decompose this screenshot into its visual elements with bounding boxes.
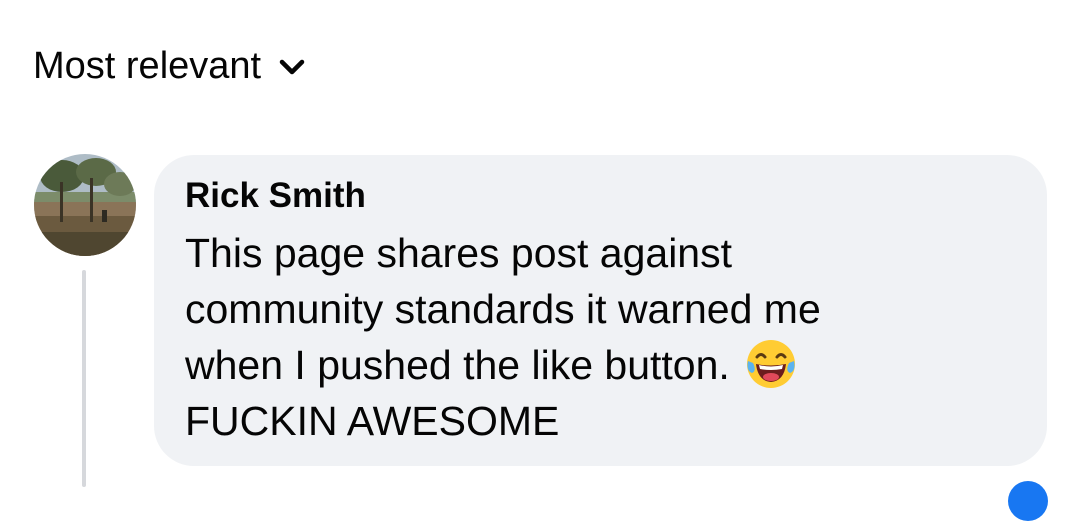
sort-label: Most relevant bbox=[33, 45, 262, 87]
comment-bubble: Rick Smith This page shares post against… bbox=[154, 155, 1047, 466]
comment-line: This page shares post against bbox=[185, 230, 732, 276]
comment-line: community standards it warned me bbox=[185, 286, 821, 332]
comment-line: when I pushed the like button. bbox=[185, 342, 730, 388]
comment-line: FUCKIN AWESOME bbox=[185, 398, 560, 444]
comment-text: This page shares post against community … bbox=[185, 225, 1017, 449]
avatar[interactable] bbox=[34, 154, 136, 256]
reaction-icon bbox=[1008, 481, 1048, 521]
chevron-down-icon bbox=[279, 55, 305, 77]
comment-author[interactable]: Rick Smith bbox=[185, 175, 1017, 217]
sort-dropdown[interactable]: Most relevant bbox=[33, 42, 305, 90]
thread-line bbox=[82, 270, 86, 487]
comment-line-with-emoji: when I pushed the like button. bbox=[185, 337, 1017, 393]
tears-of-joy-emoji-icon bbox=[744, 337, 798, 391]
